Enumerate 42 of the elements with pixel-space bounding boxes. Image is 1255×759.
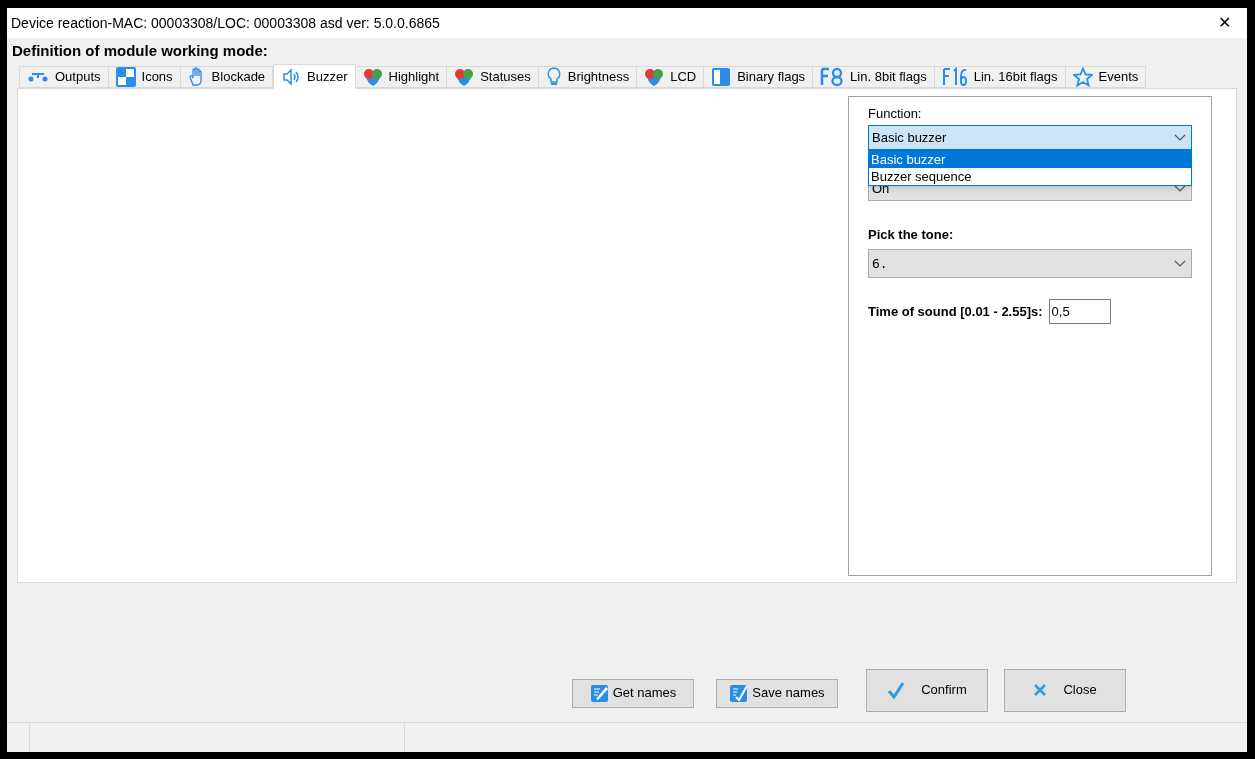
close-button[interactable]: Close [1004, 668, 1126, 712]
tab[interactable]: Blockade [179, 66, 274, 88]
tone-label: Pick the tone: [868, 227, 955, 243]
section-heading: Definition of module working mode: [12, 42, 268, 59]
tab[interactable]: Statuses [446, 66, 539, 88]
dropdown-option[interactable]: Basic buzzer [869, 151, 1191, 168]
color-circles-icon [454, 67, 475, 87]
outputs-icon [27, 70, 49, 84]
star-icon [1072, 67, 1093, 87]
tab[interactable]: Lin. 8bit flags [812, 66, 935, 88]
tab[interactable]: Binary flags [703, 66, 814, 88]
tab[interactable]: Highlight [354, 66, 448, 88]
function-label: Function: [868, 106, 923, 122]
time-label: Time of sound [0.01 - 2.55]s: [868, 302, 1043, 321]
close-icon [1033, 683, 1048, 697]
chevron-icon [1174, 259, 1186, 268]
bulb-icon [545, 67, 562, 87]
save-button[interactable]: Save names [716, 678, 838, 708]
tab[interactable]: Brightness [537, 66, 638, 88]
chevron-icon [1174, 133, 1186, 142]
checkmark-icon [887, 681, 906, 699]
half-square-icon [711, 67, 732, 87]
close-button[interactable]: ✕ [1201, 8, 1247, 38]
window-title: Device reaction-MAC: 00003308/LOC: 00003308 asd ver: 5.0.0.6865 [11, 13, 440, 33]
tab[interactable]: Buzzer [273, 64, 356, 89]
tab[interactable]: Events [1064, 66, 1147, 88]
tab[interactable]: Icons [107, 66, 181, 88]
edit-icon [589, 683, 610, 703]
time-input[interactable]: 0,5 [1048, 299, 1111, 324]
tab[interactable]: LCD [636, 66, 705, 88]
tab[interactable]: Outputs [19, 66, 109, 88]
color-circles-icon [362, 67, 383, 87]
get-button[interactable]: Get names [572, 678, 694, 708]
f16-icon [941, 67, 968, 87]
edit-check-icon [729, 683, 750, 703]
function-dropdown[interactable]: Basic buzzer [868, 125, 1192, 150]
tone-dropdown[interactable]: 6. [868, 249, 1192, 278]
confirm-button[interactable]: Confirm [866, 668, 988, 712]
speaker-icon [281, 66, 302, 87]
color-circles-icon [644, 67, 665, 87]
tab[interactable]: Lin. 16bit flags [933, 66, 1066, 88]
f8-icon [820, 67, 845, 87]
